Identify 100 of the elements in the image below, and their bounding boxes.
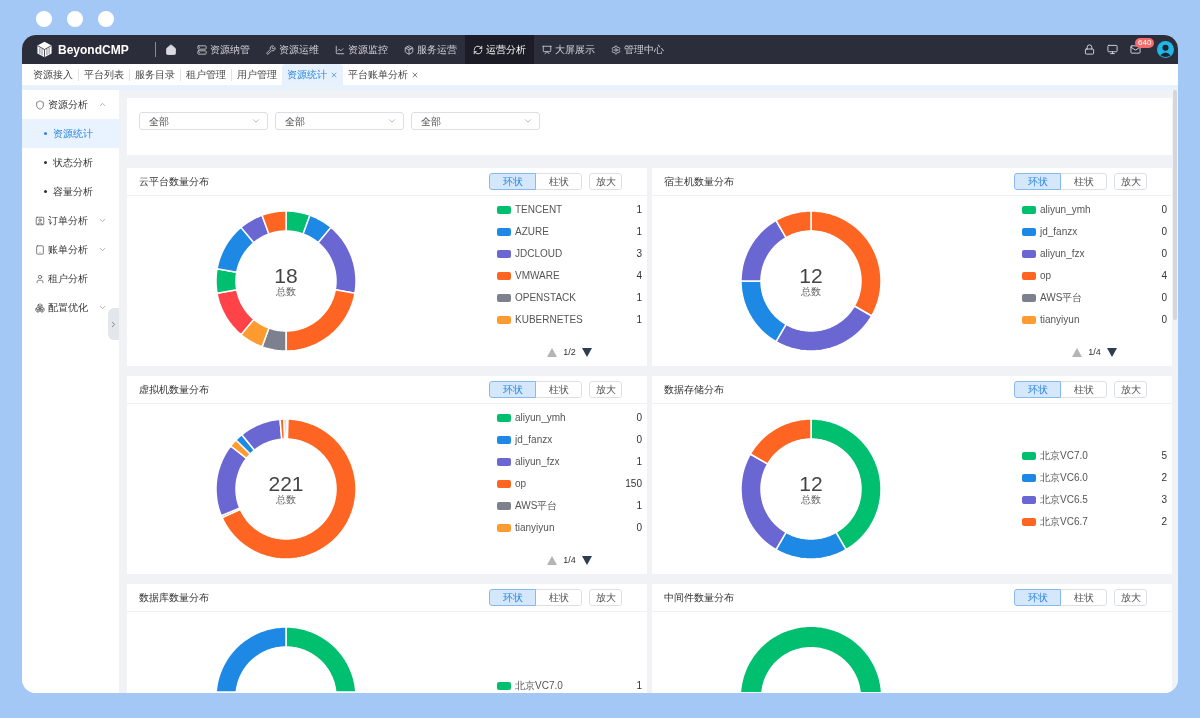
card-title: 数据库数量分布 <box>139 591 209 605</box>
legend-value: 1 <box>636 456 642 468</box>
sidebar-item[interactable]: 状态分析 <box>22 148 119 177</box>
legend-value: 150 <box>625 478 642 490</box>
select-field[interactable]: 全部 <box>411 112 540 130</box>
chevron-down-icon <box>387 116 397 126</box>
window-button-icon <box>67 11 83 27</box>
user-icon <box>35 273 45 284</box>
donut-total-value: 18 <box>274 264 298 286</box>
zoom-button[interactable]: 放大 <box>589 381 622 398</box>
sidebar-menu-item[interactable]: 配置优化 <box>22 293 108 322</box>
view-toggle-button[interactable]: 柱状 <box>1060 381 1107 398</box>
bullet-icon <box>44 190 47 193</box>
select-field[interactable]: 全部 <box>139 112 268 130</box>
chevron-down-icon <box>98 303 107 312</box>
nav-menu-item[interactable]: 资源纳管 <box>188 35 258 64</box>
legend-label: op <box>515 478 527 490</box>
wrench-icon <box>265 44 276 55</box>
server-icon <box>196 44 207 55</box>
zoom-button[interactable]: 放大 <box>589 589 622 606</box>
notification-badge: 640 <box>1135 38 1155 48</box>
page-tab[interactable]: 用户管理 <box>232 64 282 85</box>
page-tab[interactable]: 租户管理 <box>181 64 231 85</box>
nav-menu-item[interactable]: 服务运营 <box>395 35 465 64</box>
chevron-down-icon <box>251 116 261 126</box>
card-title: 虚拟机数量分布 <box>139 383 209 397</box>
page-tab[interactable]: 资源接入 <box>28 64 78 85</box>
nav-menu-item[interactable]: 资源运维 <box>257 35 327 64</box>
triangle-down-icon[interactable] <box>1106 347 1117 357</box>
view-toggle-button[interactable]: 柱状 <box>1060 589 1107 606</box>
donut-slice <box>261 210 287 235</box>
page-indicator: 1/4 <box>563 554 576 566</box>
zoom-button[interactable]: 放大 <box>1114 589 1147 606</box>
boxes-icon <box>35 302 45 313</box>
window-button-icon <box>98 11 114 27</box>
avatar-icon[interactable] <box>1157 41 1174 58</box>
select-field[interactable]: 全部 <box>275 112 404 130</box>
legend-value: 4 <box>636 270 642 282</box>
triangle-down-icon[interactable] <box>581 555 592 565</box>
page-tab[interactable]: 平台列表 <box>79 64 129 85</box>
legend-value: 0 <box>636 412 642 424</box>
triangle-down-icon[interactable] <box>581 347 592 357</box>
page-tab[interactable]: 资源统计 <box>282 64 343 85</box>
card-title: 数据存储分布 <box>664 383 724 397</box>
legend-label: 北京VC6.7 <box>1040 516 1088 528</box>
legend-label: 北京VC7.0 <box>515 680 563 692</box>
donut-total-value: 221 <box>268 472 304 494</box>
legend-label: aliyun_ymh <box>1040 204 1091 216</box>
chevron-up-icon <box>98 100 107 109</box>
sidebar-menu-item[interactable]: 订单分析 <box>22 206 108 235</box>
zoom-button[interactable]: 放大 <box>1114 381 1147 398</box>
legend-label: 北京VC6.5 <box>1040 494 1088 506</box>
sidebar-item[interactable]: 容量分析 <box>22 177 119 206</box>
nav-menu-item[interactable]: 运营分析 <box>464 35 534 64</box>
legend-label: 北京VC7.0 <box>1040 450 1088 462</box>
lock-icon[interactable] <box>1084 44 1095 55</box>
chevron-right-icon <box>109 319 118 329</box>
view-toggle-button[interactable]: 柱状 <box>535 381 582 398</box>
view-toggle-button[interactable]: 柱状 <box>535 589 582 606</box>
collapse-handle[interactable] <box>108 308 119 340</box>
donut-total-label: 总数 <box>276 493 296 506</box>
legend-value: 0 <box>636 434 642 446</box>
close-icon[interactable] <box>411 70 419 79</box>
donut-total-label: 总数 <box>801 285 821 298</box>
sidebar-menu-item[interactable]: 账单分析 <box>22 235 108 264</box>
sidebar-menu-item[interactable]: 资源分析 <box>22 90 108 119</box>
sidebar-item[interactable]: 资源统计 <box>22 119 119 148</box>
donut-total-value: 12 <box>799 472 823 494</box>
settings-icon <box>610 44 621 55</box>
logo-text: BeyondCMP <box>58 41 129 59</box>
page-tab[interactable]: 平台账单分析 <box>343 64 424 85</box>
donut-total-value: 12 <box>799 264 823 286</box>
legend-value: 2 <box>1161 516 1167 528</box>
view-toggle-button[interactable]: 柱状 <box>1060 173 1107 190</box>
legend-label: tianyiyun <box>515 522 555 534</box>
nav-menu-item[interactable]: 资源监控 <box>326 35 396 64</box>
legend-value: 1 <box>636 680 642 692</box>
view-toggle-button[interactable]: 柱状 <box>535 173 582 190</box>
scrollbar[interactable] <box>1173 90 1177 320</box>
legend-value: 0 <box>1161 314 1167 326</box>
nav-menu-item[interactable]: 管理中心 <box>602 35 672 64</box>
legend-label: AZURE <box>515 226 549 238</box>
legend-value: 1 <box>636 500 642 512</box>
home-icon[interactable] <box>164 43 177 56</box>
nav-menu-item[interactable]: 大屏展示 <box>533 35 603 64</box>
card-title: 云平台数量分布 <box>139 175 209 189</box>
monitor-icon[interactable] <box>1107 44 1118 55</box>
legend-value: 4 <box>1161 270 1167 282</box>
mail-icon[interactable] <box>1130 44 1141 55</box>
sidebar-menu-item[interactable]: 租户分析 <box>22 264 108 293</box>
logo-icon <box>36 41 53 58</box>
legend-label: aliyun_fzx <box>515 456 560 468</box>
legend-value: 0 <box>1161 292 1167 304</box>
zoom-button[interactable]: 放大 <box>1114 173 1147 190</box>
legend-label: AWS平台 <box>515 500 558 512</box>
bullet-icon <box>44 161 47 164</box>
chevron-down-icon <box>98 245 107 254</box>
shield-icon <box>35 99 45 110</box>
page-tab[interactable]: 服务目录 <box>130 64 180 85</box>
zoom-button[interactable]: 放大 <box>589 173 622 190</box>
